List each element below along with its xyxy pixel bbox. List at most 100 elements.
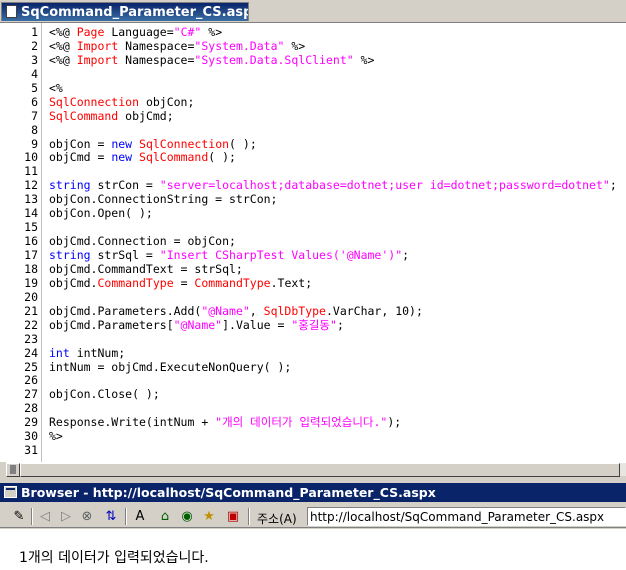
code-token: ); bbox=[387, 416, 402, 430]
code-token: objCmd = bbox=[49, 151, 112, 165]
back-arrow-icon[interactable]: ◁ bbox=[36, 508, 54, 525]
line-number: 4 bbox=[31, 67, 38, 81]
code-line[interactable]: 2 <%@ Import Namespace="System.Data" %> bbox=[0, 40, 626, 54]
scrollbar-thumb[interactable] bbox=[20, 463, 620, 477]
code-line[interactable]: 15 bbox=[0, 221, 626, 235]
line-number: 13 bbox=[24, 193, 38, 207]
browser-title-text: Browser - http://localhost/SqCommand_Par… bbox=[21, 485, 436, 500]
line-number: 19 bbox=[24, 276, 38, 290]
code-line[interactable]: 8 bbox=[0, 124, 626, 138]
code-line[interactable]: 3 <%@ Import Namespace="System.Data.SqlCl… bbox=[0, 54, 626, 68]
line-number: 17 bbox=[24, 249, 38, 262]
code-token: Namespace= bbox=[118, 53, 195, 67]
code-line[interactable]: 9 objCon = new SqlConnection( ); bbox=[0, 138, 626, 152]
code-line[interactable]: 28 bbox=[0, 402, 626, 416]
line-number: 7 bbox=[31, 109, 38, 123]
line-number: 5 bbox=[31, 81, 38, 95]
code-line[interactable]: 27 objCon.Close( ); bbox=[0, 388, 626, 402]
code-line[interactable]: 13 objCon.ConnectionString = strCon; bbox=[0, 193, 626, 207]
code-text: <%@ Import Namespace="System.Data.SqlCli… bbox=[38, 54, 374, 68]
code-token: = bbox=[173, 276, 195, 290]
document-icon bbox=[6, 5, 17, 18]
line-number: 21 bbox=[24, 304, 38, 318]
code-lines[interactable]: 1 <%@ Page Language="C#" %> 2 <%@ Import Na… bbox=[0, 26, 626, 458]
line-number: 28 bbox=[24, 402, 38, 416]
code-token: ( ); bbox=[229, 137, 257, 151]
code-line[interactable]: 6 SqlConnection objCon; bbox=[0, 96, 626, 110]
code-line[interactable]: 7 SqlCommand objCmd; bbox=[0, 110, 626, 124]
history-icon[interactable]: ▣ bbox=[224, 508, 242, 525]
line-number: 1 bbox=[31, 26, 38, 39]
code-token: %> bbox=[201, 26, 223, 39]
code-text: int intNum; bbox=[38, 347, 125, 361]
code-line[interactable]: 25 intNum = objCmd.ExecuteNonQuery( ); bbox=[0, 361, 626, 375]
favorites-icon[interactable]: ★ bbox=[200, 508, 218, 525]
code-token: string bbox=[49, 249, 91, 262]
line-number: 24 bbox=[24, 346, 38, 360]
code-token: ( ); bbox=[208, 151, 236, 165]
code-line[interactable]: 30 %> bbox=[0, 430, 626, 444]
code-line[interactable]: 11 bbox=[0, 165, 626, 179]
code-token: "C#" bbox=[173, 26, 202, 39]
code-line[interactable]: 26 bbox=[0, 374, 626, 388]
code-line[interactable]: 14 objCon.Open( ); bbox=[0, 207, 626, 221]
line-number: 9 bbox=[31, 137, 38, 151]
code-token: .Text; bbox=[270, 276, 313, 290]
refresh-icon[interactable]: ⇅ bbox=[102, 508, 120, 525]
code-token: %> bbox=[284, 39, 306, 53]
code-token: "System.Data" bbox=[194, 39, 285, 53]
code-token: <% bbox=[49, 81, 63, 95]
code-token: Import bbox=[76, 53, 119, 67]
address-input[interactable] bbox=[307, 507, 626, 526]
code-line[interactable]: 5 <% bbox=[0, 82, 626, 96]
browser-toolbar: ✎ ◁ ▷ ⊗ ⇅ A ⌂ ◉ ★ ▣ 주소(A) bbox=[0, 504, 626, 528]
code-line[interactable]: 12 string strCon = "server=localhost;data… bbox=[0, 179, 626, 193]
code-token: objCmd. bbox=[49, 276, 98, 290]
code-line[interactable]: 22 objCmd.Parameters["@Name"].Value = "홍길… bbox=[0, 319, 626, 333]
code-token: "Insert CSharpTest Values('@Name')" bbox=[159, 249, 403, 262]
code-line[interactable]: 29 Response.Write(intNum + "개의 데이터가 입력되었습… bbox=[0, 416, 626, 430]
forward-arrow-icon[interactable]: ▷ bbox=[57, 508, 75, 525]
editor-file-tab[interactable]: SqCommand_Parameter_CS.aspx bbox=[1, 2, 249, 21]
code-text: objCon = new SqlConnection( ); bbox=[38, 138, 257, 152]
code-token: Namespace= bbox=[118, 39, 195, 53]
code-line[interactable]: 4 bbox=[0, 68, 626, 82]
line-number: 31 bbox=[24, 444, 38, 458]
code-line[interactable]: 31 bbox=[0, 444, 626, 458]
code-line[interactable]: 17 string strSql = "Insert CSharpTest Val… bbox=[0, 249, 626, 263]
code-token: int bbox=[49, 346, 70, 360]
code-line[interactable]: 21 objCmd.Parameters.Add("@Name", SqlDbTy… bbox=[0, 305, 626, 319]
code-line[interactable]: 23 bbox=[0, 333, 626, 347]
code-text: SqlCommand objCmd; bbox=[38, 110, 174, 124]
code-token: objCon; bbox=[139, 95, 195, 109]
stop-icon[interactable]: ⊗ bbox=[78, 508, 96, 525]
code-editor[interactable]: 1 <%@ Page Language="C#" %> 2 <%@ Import Na… bbox=[0, 22, 626, 463]
code-line[interactable]: 10 objCmd = new SqlCommand( ); bbox=[0, 151, 626, 165]
line-number: 15 bbox=[24, 221, 38, 235]
code-line[interactable]: 20 bbox=[0, 291, 626, 305]
code-token: objCmd.Parameters[ bbox=[49, 318, 174, 332]
code-line[interactable]: 1 <%@ Page Language="C#" %> bbox=[0, 26, 626, 40]
code-line[interactable]: 24 int intNum; bbox=[0, 347, 626, 361]
code-text: Response.Write(intNum + "개의 데이터가 입력되었습니다… bbox=[38, 416, 401, 430]
edit-pencil-icon[interactable]: ✎ bbox=[10, 508, 28, 525]
scrollbar-marker bbox=[10, 465, 16, 474]
toolbar-separator bbox=[125, 508, 127, 525]
code-line[interactable]: 19 objCmd.CommandType = CommandType.Text; bbox=[0, 277, 626, 291]
code-text: <% bbox=[38, 82, 63, 96]
code-line[interactable]: 18 objCmd.CommandText = strSql; bbox=[0, 263, 626, 277]
code-token: Page bbox=[76, 26, 105, 39]
code-line[interactable]: 16 objCmd.Connection = objCon; bbox=[0, 235, 626, 249]
home-icon[interactable]: ⌂ bbox=[156, 508, 174, 525]
search-globe-icon[interactable]: ◉ bbox=[178, 508, 196, 525]
browser-title-bar: Browser - http://localhost/SqCommand_Par… bbox=[0, 483, 626, 502]
font-size-icon[interactable]: A bbox=[131, 508, 149, 525]
line-number: 25 bbox=[24, 360, 38, 374]
code-token: "@Name" bbox=[201, 304, 250, 318]
horizontal-scrollbar[interactable] bbox=[6, 462, 626, 477]
code-text: SqlConnection objCon; bbox=[38, 96, 194, 110]
